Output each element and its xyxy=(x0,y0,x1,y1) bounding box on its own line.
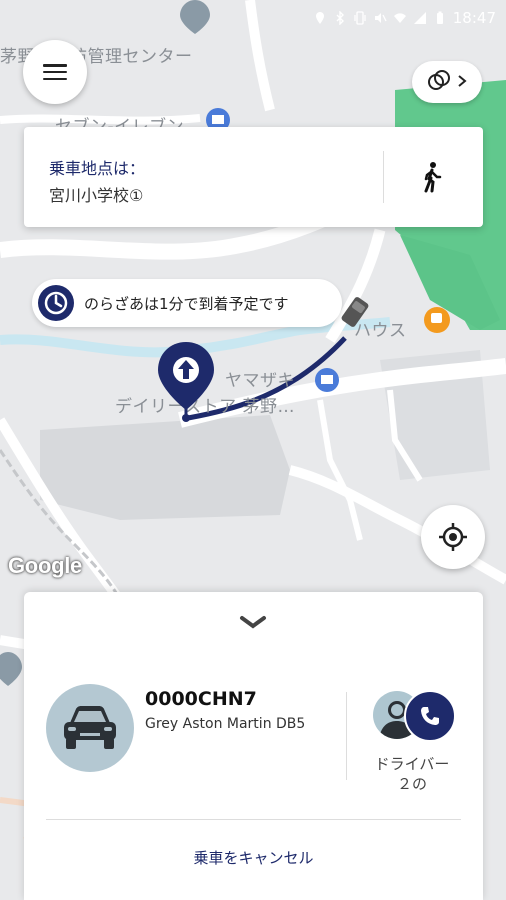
car-avatar xyxy=(46,684,134,772)
phone-icon xyxy=(421,707,439,725)
map-label-yamazaki: ヤマザキ xyxy=(225,371,295,391)
pickup-pin-icon xyxy=(155,340,217,424)
walking-icon xyxy=(424,162,442,193)
menu-button[interactable] xyxy=(23,40,87,104)
bottom-sheet: 0000CHN7 Grey Aston Martin DB5 ドライバー２の 乗… xyxy=(24,592,483,900)
map-label-house: ハウス xyxy=(354,321,407,341)
bluetooth-icon xyxy=(333,10,347,26)
status-time: 18:47 xyxy=(452,9,496,27)
my-location-button[interactable] xyxy=(421,505,485,569)
pickup-card[interactable]: 乗車地点は： 宮川小学校① xyxy=(24,127,483,227)
clock-icon xyxy=(38,285,74,321)
battery-icon xyxy=(433,11,447,25)
sheet-divider xyxy=(346,692,347,780)
vibrate-icon xyxy=(353,11,367,25)
car-icon xyxy=(64,706,116,749)
driver-label: ドライバー２の xyxy=(374,755,450,793)
crosshair-icon xyxy=(439,523,467,551)
sheet-separator xyxy=(46,819,461,820)
call-driver-button[interactable] xyxy=(404,690,456,742)
eta-text: のらざあは1分で到着予定です xyxy=(84,294,289,313)
mute-icon xyxy=(373,11,387,25)
license-plate: 0000CHN7 xyxy=(145,688,257,710)
car-model: Grey Aston Martin DB5 xyxy=(145,716,306,732)
layers-icon xyxy=(427,69,451,95)
pickup-divider xyxy=(383,151,384,203)
status-bar: 18:47 xyxy=(0,0,506,36)
eta-banner: のらざあは1分で到着予定です xyxy=(32,279,342,327)
wifi-icon xyxy=(393,11,407,25)
collapse-chevron-icon[interactable] xyxy=(237,612,269,632)
pickup-place: 宮川小学校① xyxy=(49,186,144,205)
cancel-ride-button[interactable]: 乗車をキャンセル xyxy=(24,847,483,868)
layers-button[interactable] xyxy=(412,61,482,103)
signal-icon xyxy=(413,11,427,25)
pickup-title: 乗車地点は： xyxy=(49,159,146,178)
google-attribution: Google xyxy=(8,553,82,578)
walking-directions-button[interactable] xyxy=(414,159,450,195)
chevron-right-icon xyxy=(457,73,467,92)
location-icon xyxy=(313,11,327,25)
hamburger-icon xyxy=(43,64,67,80)
